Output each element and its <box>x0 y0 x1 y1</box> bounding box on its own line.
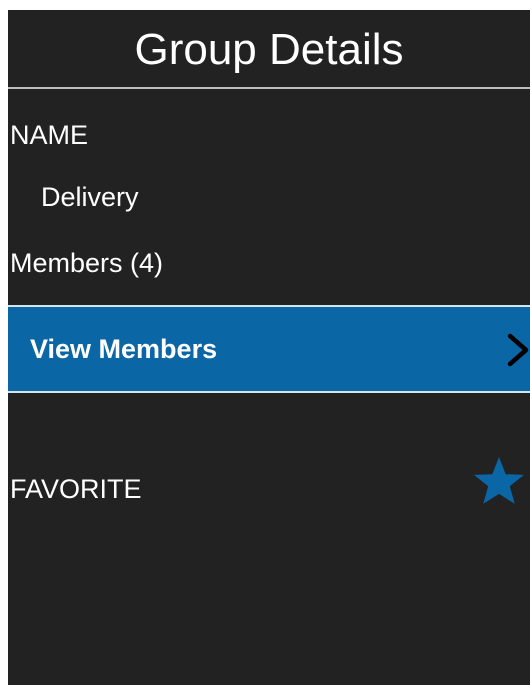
favorite-label: FAVORITE <box>10 474 142 504</box>
group-name-value: Delivery <box>41 182 139 212</box>
view-members-label: View Members <box>30 333 218 364</box>
title-bar: Group Details <box>8 10 530 89</box>
members-count-label: Members (4) <box>10 248 164 278</box>
view-members-button[interactable]: View Members <box>8 305 530 393</box>
page-title: Group Details <box>134 24 404 74</box>
chevron-right-icon <box>507 333 529 367</box>
group-details-screen: Group Details NAME Delivery Members (4) … <box>8 10 530 685</box>
star-icon[interactable] <box>471 455 527 509</box>
name-label: NAME <box>10 120 89 150</box>
